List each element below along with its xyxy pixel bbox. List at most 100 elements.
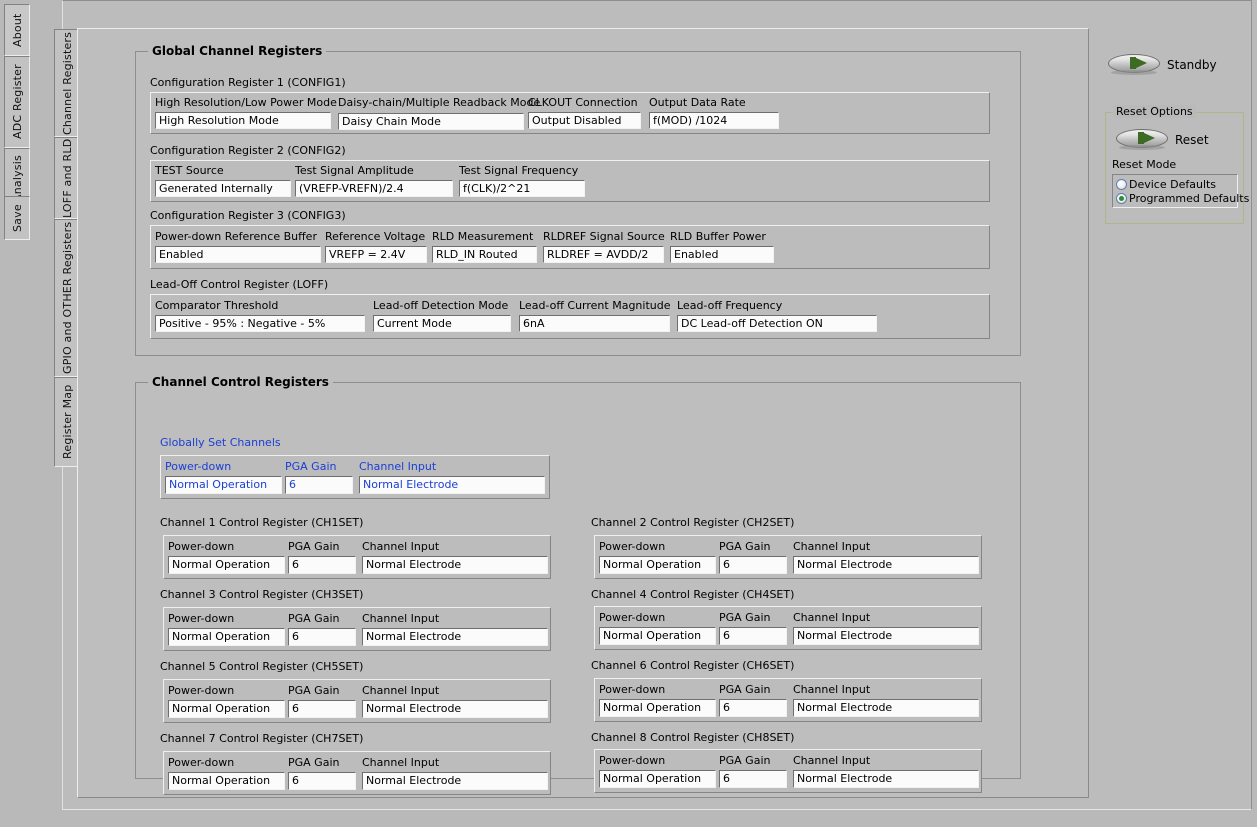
inner-tab-loff-and-rld[interactable]: LOFF and RLD [54, 137, 79, 219]
ch2set-panel: Power-down Normal Operation PGA Gain 6 C… [594, 535, 982, 579]
ch4set-pgagain-ring[interactable]: 6 [719, 627, 787, 645]
ch7set-col-0-label: Power-down [168, 756, 235, 769]
ch6set-powerdown-ring[interactable]: Normal Operation [599, 699, 716, 717]
ch7set-channelinput-ring[interactable]: Normal Electrode [362, 772, 548, 790]
ch6set-pgagain-ring[interactable]: 6 [719, 699, 787, 717]
config1-field-3-label: Output Data Rate [649, 96, 746, 109]
inner-tab-gpio-and-other-registers[interactable]: GPIO and OTHER Registers [54, 219, 79, 377]
ch8set-pgagain-ring[interactable]: 6 [719, 770, 787, 788]
ch8set-powerdown-ring[interactable]: Normal Operation [599, 770, 716, 788]
config1-field-3-ring[interactable]: f(MOD) /1024 [649, 112, 779, 129]
ch6set-col-0-label: Power-down [599, 683, 666, 696]
loff-field-3-ring[interactable]: DC Lead-off Detection ON [677, 315, 877, 332]
ch4set-channelinput-ring[interactable]: Normal Electrode [793, 627, 979, 645]
inner-tab-channel-registers[interactable]: Channel Registers [54, 29, 79, 137]
ch6set-channelinput-ring[interactable]: Normal Electrode [793, 699, 979, 717]
ch1set-powerdown-ring[interactable]: Normal Operation [168, 556, 285, 574]
reset-mode-radio-group: Device Defaults Programmed Defaults [1112, 174, 1249, 208]
ch2set-label: Channel 2 Control Register (CH2SET) [591, 516, 795, 529]
ch8set-channelinput-ring[interactable]: Normal Electrode [793, 770, 979, 788]
loff-field-2-ring[interactable]: 6nA [519, 315, 670, 332]
ch3set-powerdown-ring[interactable]: Normal Operation [168, 628, 285, 646]
globally-set-channels-powerdown-ring[interactable]: Normal Operation [165, 476, 282, 494]
ch4set-col-2-label: Channel Input [793, 611, 871, 624]
ch3set-panel: Power-down Normal Operation PGA Gain 6 C… [163, 607, 551, 651]
config1-field-0-ring[interactable]: High Resolution Mode [155, 112, 331, 129]
ch5set-col-1-label: PGA Gain [288, 684, 340, 697]
outer-tab-adc-register[interactable]: ADC Register [4, 56, 30, 148]
ch2set-col-1-label: PGA Gain [719, 540, 771, 553]
ch6set-col-2-label: Channel Input [793, 683, 871, 696]
standby-toggle[interactable] [1108, 54, 1160, 75]
ch5set-powerdown-ring[interactable]: Normal Operation [168, 700, 285, 718]
ch2set-powerdown-ring[interactable]: Normal Operation [599, 556, 716, 574]
ch6set-label: Channel 6 Control Register (CH6SET) [591, 659, 795, 672]
ch5set-pgagain-ring[interactable]: 6 [288, 700, 356, 718]
standby-toggle-shadow [1111, 70, 1157, 75]
config2-field-1-ring[interactable]: (VREFP-VREFN)/2.4 [295, 180, 453, 197]
outer-tab-save[interactable]: Save [4, 196, 30, 240]
config3-field-2-label: RLD Measurement [432, 230, 534, 243]
ch3set-col-0-label: Power-down [168, 612, 235, 625]
ch1set-col-2-label: Channel Input [362, 540, 440, 553]
config1-field-2-ring[interactable]: Output Disabled [528, 112, 641, 129]
config3-label: Configuration Register 3 (CONFIG3) [150, 209, 346, 222]
ch2set-col-2-label: Channel Input [793, 540, 871, 553]
config3-panel: Power-down Reference Buffer Enabled Refe… [150, 225, 990, 269]
config2-field-2-ring[interactable]: f(CLK)/2^21 [459, 180, 585, 197]
ch5set-panel: Power-down Normal Operation PGA Gain 6 C… [163, 679, 551, 723]
loff-field-1-label: Lead-off Detection Mode [373, 299, 509, 312]
config2-field-2-label: Test Signal Frequency [459, 164, 579, 177]
reset-toggle[interactable] [1116, 129, 1168, 150]
globally-set-channels-col-2-label: Channel Input [359, 460, 437, 473]
ch5set-channelinput-ring[interactable]: Normal Electrode [362, 700, 548, 718]
inner-tab-register-map[interactable]: Register Map [54, 377, 79, 467]
ch7set-powerdown-ring[interactable]: Normal Operation [168, 772, 285, 790]
globally-set-channels-col-0-label: Power-down [165, 460, 232, 473]
config2-panel: TEST Source Generated Internally Test Si… [150, 160, 990, 202]
ch2set-pgagain-ring[interactable]: 6 [719, 556, 787, 574]
reset-mode-option-0-label: Device Defaults [1129, 177, 1217, 191]
reset-mode-option-programmed-defaults[interactable]: Programmed Defaults [1116, 191, 1249, 205]
ch3set-channelinput-ring[interactable]: Normal Electrode [362, 628, 548, 646]
config1-field-1-ring[interactable]: Daisy Chain Mode [338, 113, 524, 130]
standby-label: Standby [1167, 58, 1217, 72]
globally-set-channels-channelinput-ring[interactable]: Normal Electrode [359, 476, 545, 494]
config3-field-4-label: RLD Buffer Power [670, 230, 766, 243]
reset-mode-option-device-defaults[interactable]: Device Defaults [1116, 177, 1234, 191]
ch1set-label: Channel 1 Control Register (CH1SET) [160, 516, 364, 529]
ch3set-col-2-label: Channel Input [362, 612, 440, 625]
reset-mode-label: Reset Mode [1112, 158, 1177, 171]
ch4set-col-1-label: PGA Gain [719, 611, 771, 624]
ch6set-col-1-label: PGA Gain [719, 683, 771, 696]
ch8set-label: Channel 8 Control Register (CH8SET) [591, 731, 795, 744]
loff-field-0-ring[interactable]: Positive - 95% : Negative - 5% [155, 315, 365, 332]
config3-field-4-ring[interactable]: Enabled [670, 246, 774, 263]
loff-field-1-ring[interactable]: Current Mode [373, 315, 511, 332]
ch4set-powerdown-ring[interactable]: Normal Operation [599, 627, 716, 645]
ch7set-pgagain-ring[interactable]: 6 [288, 772, 356, 790]
config2-field-0-label: TEST Source [155, 164, 224, 177]
loff-label: Lead-Off Control Register (LOFF) [150, 278, 329, 291]
globally-set-channels-pgagain-ring[interactable]: 6 [285, 476, 353, 494]
loff-field-3-label: Lead-off Frequency [677, 299, 783, 312]
ch3set-pgagain-ring[interactable]: 6 [288, 628, 356, 646]
ch2set-channelinput-ring[interactable]: Normal Electrode [793, 556, 979, 574]
ch1set-col-1-label: PGA Gain [288, 540, 340, 553]
loff-panel: Comparator Threshold Positive - 95% : Ne… [150, 294, 990, 339]
ch5set-label: Channel 5 Control Register (CH5SET) [160, 660, 364, 673]
config3-field-0-label: Power-down Reference Buffer [155, 230, 317, 243]
ch6set-panel: Power-down Normal Operation PGA Gain 6 C… [594, 678, 982, 722]
ch1set-channelinput-ring[interactable]: Normal Electrode [362, 556, 548, 574]
config3-field-0-ring[interactable]: Enabled [155, 246, 321, 263]
reset-toggle-arrow-icon [1142, 132, 1155, 144]
channel-control-registers-group: Channel Control Registers Globally Set C… [135, 375, 1021, 795]
config3-field-1-ring[interactable]: VREFP = 2.4V [325, 246, 427, 263]
outer-tab-about[interactable]: About [4, 4, 30, 56]
config3-field-2-ring[interactable]: RLD_IN Routed [432, 246, 537, 263]
config2-field-0-ring[interactable]: Generated Internally [155, 180, 291, 197]
globally-set-channels-col-1-label: PGA Gain [285, 460, 337, 473]
device-controls-column: Standby Reset Options Reset Reset Mode D… [1097, 34, 1249, 274]
ch1set-pgagain-ring[interactable]: 6 [288, 556, 356, 574]
config3-field-3-ring[interactable]: RLDREF = AVDD/2 [543, 246, 664, 263]
